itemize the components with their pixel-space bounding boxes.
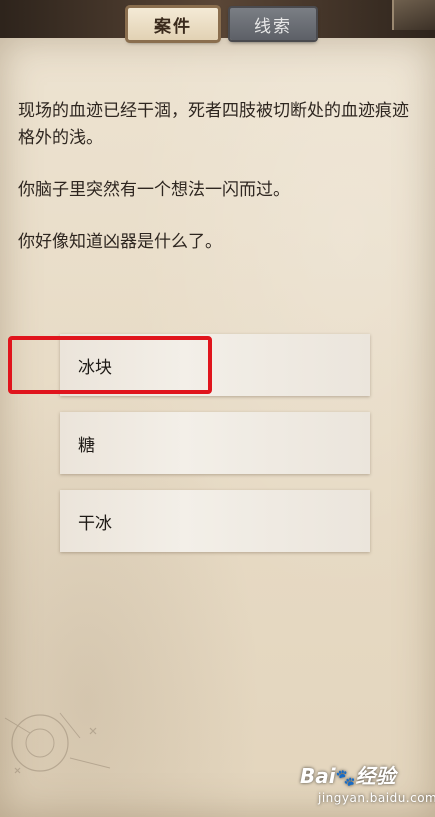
option-sugar-button[interactable]: 糖	[60, 412, 370, 474]
option-label: 糖	[78, 435, 95, 456]
baidu-jingyan-watermark: Bai🐾经验 jingyan.baidu.com	[300, 760, 435, 810]
game-screen: 案件 线索 现场的血迹已经干涸，死者四肢被切断处的血迹痕迹格外的浅。 你脑子里突…	[0, 0, 435, 817]
map-doodle-decoration	[4, 712, 111, 774]
watermark-logo: Bai🐾经验	[300, 764, 396, 788]
answer-options: 冰块 糖 干冰	[60, 334, 370, 568]
option-label: 干冰	[78, 513, 112, 534]
story-paragraph: 你好像知道凶器是什么了。	[18, 232, 222, 252]
tab-clues[interactable]: 线索	[230, 8, 316, 40]
watermark-url: jingyan.baidu.com	[318, 791, 435, 805]
option-label: 冰块	[78, 357, 112, 378]
tab-case-label: 案件	[154, 16, 192, 37]
tab-clues-label: 线索	[254, 16, 292, 37]
story-paragraph: 现场的血迹已经干涸，死者四肢被切断处的血迹痕迹格外的浅。	[18, 101, 409, 148]
story-text: 现场的血迹已经干涸，死者四肢被切断处的血迹痕迹格外的浅。 你脑子里突然有一个想法…	[18, 98, 418, 281]
story-paragraph: 你脑子里突然有一个想法一闪而过。	[18, 180, 290, 200]
option-dry-ice-button[interactable]: 干冰	[60, 490, 370, 552]
paw-icon: 🐾	[335, 768, 356, 787]
option-ice-button[interactable]: 冰块	[60, 334, 370, 396]
tab-case[interactable]: 案件	[128, 8, 218, 40]
tab-bar: 案件 线索	[0, 0, 435, 44]
